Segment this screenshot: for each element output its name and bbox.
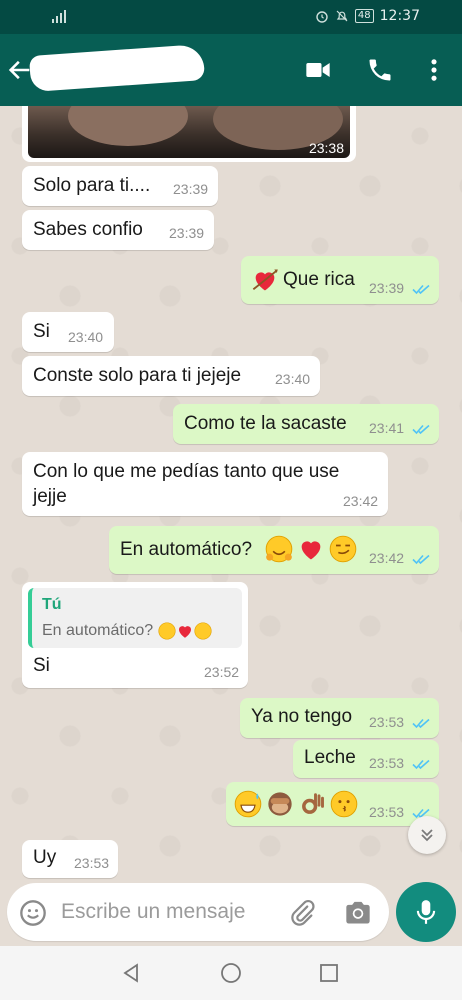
incoming-message[interactable]: Conste solo para ti jejeje 23:40 (22, 356, 320, 396)
voice-message-button[interactable] (396, 882, 456, 942)
smirking-face-emoji (329, 535, 357, 563)
nav-home-icon[interactable] (220, 962, 242, 984)
system-navigation-bar (0, 946, 462, 1000)
composer (0, 880, 462, 946)
alarm-icon (316, 11, 328, 23)
outgoing-message[interactable]: Leche 23:53 (293, 740, 439, 778)
message-text: Si (33, 321, 50, 342)
microphone-icon (416, 900, 436, 924)
smirking-face-emoji (194, 622, 212, 640)
message-time: 23:52 (204, 664, 240, 680)
message-text-line-2: jejje (33, 486, 67, 507)
incoming-message[interactable]: Solo para ti.... 23:39 (22, 166, 218, 206)
status-bar: 48 12:37 (0, 0, 462, 34)
message-time: 23:41 (369, 420, 405, 436)
nav-recents-icon[interactable] (318, 962, 340, 984)
message-time: 23:53 (74, 855, 110, 871)
incoming-message[interactable]: Uy 23:53 (22, 840, 118, 878)
photo-thumbnail[interactable] (28, 106, 350, 158)
message-time: 23:40 (68, 329, 104, 345)
message-text: Ya no tengo (251, 706, 353, 727)
incoming-message[interactable]: Si 23:40 (22, 312, 114, 352)
message-time: 23:42 (369, 550, 405, 566)
message-text: En automático? (120, 539, 253, 560)
message-text: Conste solo para ti jejeje (33, 365, 242, 386)
image-message[interactable]: 23:38 (22, 106, 356, 162)
message-time: 23:39 (169, 225, 205, 241)
read-receipt-icon (412, 758, 432, 770)
message-time: 23:40 (275, 371, 311, 387)
message-time: 23:42 (343, 493, 379, 509)
red-heart-emoji (176, 622, 194, 640)
outgoing-message[interactable]: Que rica 23:39 (241, 256, 439, 304)
nav-back-icon[interactable] (120, 962, 142, 984)
hugging-face-emoji (158, 622, 176, 640)
message-input[interactable] (61, 897, 281, 927)
contact-name-redacted[interactable] (28, 43, 206, 93)
message-time: 23:39 (369, 280, 405, 296)
clock: 12:37 (379, 8, 420, 24)
incoming-message[interactable]: Tú En automático? Si 23:52 (22, 582, 248, 688)
emoji-icon[interactable] (19, 899, 47, 927)
hugging-face-emoji (265, 535, 293, 563)
quoted-text: En automático? (42, 622, 212, 640)
ok-hand-emoji (302, 793, 324, 814)
message-time: 23:39 (173, 181, 209, 197)
more-options-icon[interactable] (420, 56, 448, 84)
outgoing-message[interactable]: Ya no tengo 23:53 (240, 698, 439, 738)
quoted-message[interactable]: Tú En automático? (28, 588, 242, 648)
message-list[interactable]: 23:38 Solo para ti.... 23:39 Sabes confi… (0, 106, 462, 880)
read-receipt-icon (412, 553, 432, 565)
message-text: Solo para ti.... (33, 175, 151, 196)
red-heart-emoji (297, 535, 325, 563)
read-receipt-icon (412, 717, 432, 729)
message-text: Leche (304, 747, 356, 768)
message-time: 23:53 (369, 755, 405, 771)
message-text: Sabes confio (33, 219, 143, 240)
kissing-face-emoji (330, 790, 358, 818)
quoted-author: Tú (42, 596, 62, 613)
message-time: 23:53 (369, 714, 405, 730)
message-input-container[interactable] (7, 883, 389, 941)
incoming-message[interactable]: Con lo que me pedías tanto que use jejje… (22, 452, 388, 516)
message-time: 23:38 (308, 140, 344, 156)
read-receipt-icon (412, 423, 432, 435)
video-call-icon[interactable] (304, 56, 332, 84)
scroll-to-bottom-button[interactable] (408, 816, 446, 854)
double-chevron-down-icon (421, 829, 433, 842)
phone-icon[interactable] (366, 56, 394, 84)
camera-icon[interactable] (344, 900, 372, 926)
message-time: 23:53 (369, 804, 405, 820)
message-text: Uy (33, 847, 57, 868)
message-text: Que rica (283, 269, 355, 290)
battery-indicator: 48 (354, 9, 374, 23)
chat-header (0, 34, 462, 106)
read-receipt-icon (412, 283, 432, 295)
outgoing-message[interactable]: En automático? 23:42 (109, 526, 439, 574)
message-text: Como te la sacaste (184, 413, 347, 434)
paperclip-icon[interactable] (288, 899, 316, 927)
message-text-line-1: Con lo que me pedías tanto que use (33, 461, 340, 482)
incoming-message[interactable]: Sabes confio 23:39 (22, 210, 214, 250)
outgoing-message[interactable]: Como te la sacaste 23:41 (173, 404, 439, 444)
signal-icon (52, 10, 66, 23)
grinning-sweat-emoji (234, 790, 262, 818)
see-no-evil-monkey-emoji (268, 792, 292, 816)
mute-icon (336, 10, 348, 22)
message-text: Si (33, 655, 50, 676)
outgoing-message[interactable]: 23:53 (226, 782, 439, 826)
heart-with-arrow-emoji (252, 269, 278, 294)
